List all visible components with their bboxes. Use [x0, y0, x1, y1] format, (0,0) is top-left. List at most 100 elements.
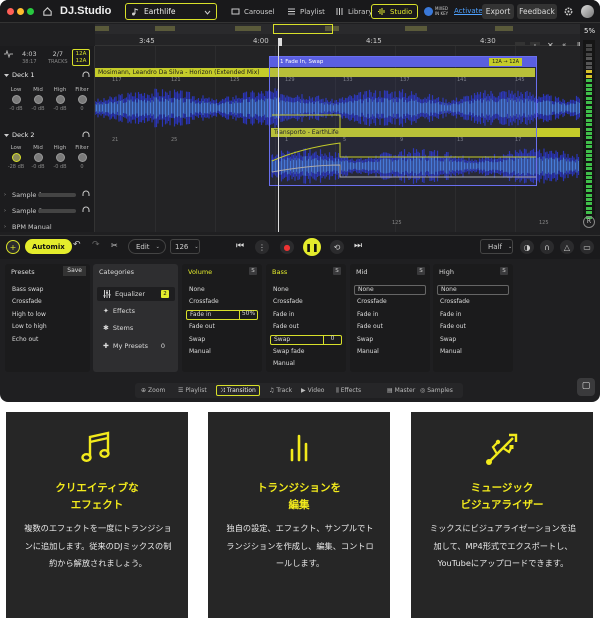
option-crossfade[interactable]: Crossfade [9, 297, 81, 307]
playhead-handle[interactable] [278, 38, 282, 46]
headphones-icon[interactable] [82, 71, 90, 80]
chevron-right-icon[interactable]: › [4, 192, 6, 198]
option-manual[interactable]: Manual [270, 359, 342, 369]
option-swap-fade[interactable]: Swap fade [270, 347, 342, 357]
tab-transition[interactable]: ⤨ Transition [216, 385, 260, 396]
option-bass-swap[interactable]: Bass swap [9, 285, 81, 295]
option-none[interactable]: None [437, 285, 509, 295]
tab-effects[interactable]: ⫼ Effects [333, 385, 364, 396]
option-none[interactable]: None [270, 285, 342, 295]
eq-knob-mid[interactable]: Mid -0 dB [29, 87, 47, 112]
bpm-field[interactable]: 126 ⌄ [170, 239, 200, 254]
solo-badge[interactable]: S [500, 267, 508, 275]
option-crossfade[interactable]: Crossfade [270, 297, 342, 307]
chat-icon[interactable]: ▢ [577, 378, 595, 396]
automix-button[interactable]: Automix [25, 239, 72, 254]
headphones-icon[interactable] [82, 131, 90, 140]
deck1-header[interactable]: Deck 1 [4, 71, 35, 79]
category-stems[interactable]: ✱ Stems [97, 321, 175, 335]
option-swap[interactable]: Swap [354, 335, 426, 345]
tab-zoom[interactable]: ⊕ Zoom [138, 385, 168, 396]
loop-icon[interactable]: ⟲ [330, 240, 344, 254]
sample1-fader[interactable] [38, 193, 76, 197]
timeline-overview[interactable] [95, 24, 580, 34]
deck2-header[interactable]: Deck 2 [4, 131, 35, 139]
waveform-zoom-icon[interactable] [4, 49, 13, 60]
activate-link[interactable]: Activate [454, 7, 483, 15]
tab-samples[interactable]: ◎ Samples [417, 385, 456, 396]
eq-knob-filter[interactable]: Filter 0 [73, 145, 91, 170]
category-equalizer[interactable]: Equalizer 2 [97, 287, 175, 301]
home-icon[interactable] [42, 6, 53, 17]
warning-icon[interactable]: △ [560, 240, 574, 254]
add-button[interactable]: + [6, 240, 20, 254]
option-manual[interactable]: Manual [186, 347, 258, 357]
export-button[interactable]: Export [482, 4, 514, 19]
option-fade-out[interactable]: Fade out [186, 322, 258, 332]
split-icon[interactable]: ⋮ [255, 240, 269, 254]
option-fade-in[interactable]: Fade in [437, 310, 509, 320]
scissors-icon[interactable]: ✂ [111, 241, 118, 250]
option-none[interactable]: None [186, 285, 258, 295]
category-my-presets[interactable]: ✚ My Presets 0 [97, 339, 175, 353]
tab-track[interactable]: ♫ Track [266, 385, 295, 396]
half-dropdown[interactable]: Half ⌄ [480, 239, 513, 254]
option-fade-in[interactable]: Fade in 50% [186, 309, 258, 320]
option-swap[interactable]: Swap [437, 335, 509, 345]
option-low-to-high[interactable]: Low to high [9, 322, 81, 332]
minimize-window-button[interactable] [17, 8, 24, 15]
option-none[interactable]: None [354, 285, 426, 295]
save-button[interactable]: Save [63, 266, 86, 276]
headphones-icon[interactable]: ∩ [540, 240, 554, 254]
avatar[interactable] [581, 5, 594, 18]
previous-icon[interactable]: ⏮ [236, 241, 244, 251]
option-swap[interactable]: Swap [186, 335, 258, 345]
chevron-right-icon[interactable]: › [4, 208, 6, 214]
headphones-icon[interactable] [82, 190, 90, 199]
gear-icon[interactable] [563, 6, 574, 17]
eq-knob-filter[interactable]: Filter 0 [73, 87, 91, 112]
solo-badge[interactable]: S [417, 267, 425, 275]
option-manual[interactable]: Manual [354, 347, 426, 357]
feedback-button[interactable]: Feedback [517, 4, 557, 19]
option-fade-out[interactable]: Fade out [270, 322, 342, 332]
maximize-window-button[interactable] [27, 8, 34, 15]
transition-region[interactable]: 1 Fade In, Swap 12A → 12A [269, 56, 537, 186]
option-high-to-low[interactable]: High to low [9, 310, 81, 320]
option-fade-out[interactable]: Fade out [437, 322, 509, 332]
tab-master[interactable]: ▤ Master [384, 385, 418, 396]
metronome-icon[interactable]: ◑ [520, 240, 534, 254]
eq-knob-low[interactable]: Low -0 dB [7, 87, 25, 112]
option-echo-out[interactable]: Echo out [9, 335, 81, 345]
option-swap[interactable]: Swap 0 [270, 334, 342, 345]
studio-tab[interactable]: Studio [371, 4, 419, 19]
headphones-icon[interactable] [82, 206, 90, 215]
solo-badge[interactable]: S [249, 267, 257, 275]
eq-knob-high[interactable]: High -0 dB [51, 87, 69, 112]
playlist-tab[interactable]: Playlist [282, 4, 330, 19]
edit-dropdown[interactable]: Edit ⌄ [128, 239, 166, 254]
project-selector[interactable]: Earthlife [125, 3, 217, 20]
chevron-right-icon[interactable]: › [4, 224, 6, 230]
next-icon[interactable]: ⏭ [354, 241, 362, 251]
option-crossfade[interactable]: Crossfade [354, 297, 426, 307]
option-crossfade[interactable]: Crossfade [186, 297, 258, 307]
key-badge[interactable]: 12A 12A [72, 49, 90, 66]
close-window-button[interactable] [7, 8, 14, 15]
category-effects[interactable]: ✦ Effects [97, 304, 175, 318]
eq-knob-high[interactable]: High -0 dB [51, 145, 69, 170]
pause-button[interactable]: ❚❚ [303, 238, 321, 256]
option-fade-in[interactable]: Fade in [354, 310, 426, 320]
undo-icon[interactable]: ↶ [73, 240, 81, 250]
eq-knob-low[interactable]: Low -28 dB [7, 145, 25, 170]
option-fade-out[interactable]: Fade out [354, 322, 426, 332]
sample2-fader[interactable] [38, 209, 76, 213]
tab-playlist[interactable]: ☰ Playlist [175, 385, 210, 396]
eq-knob-mid[interactable]: Mid -0 dB [29, 145, 47, 170]
screen-icon[interactable]: ▭ [580, 240, 594, 254]
carousel-tab[interactable]: Carousel [226, 4, 280, 19]
record-button[interactable]: ● [280, 240, 294, 254]
option-manual[interactable]: Manual [437, 347, 509, 357]
option-crossfade[interactable]: Crossfade [437, 297, 509, 307]
redo-icon[interactable]: ↷ [92, 240, 100, 250]
